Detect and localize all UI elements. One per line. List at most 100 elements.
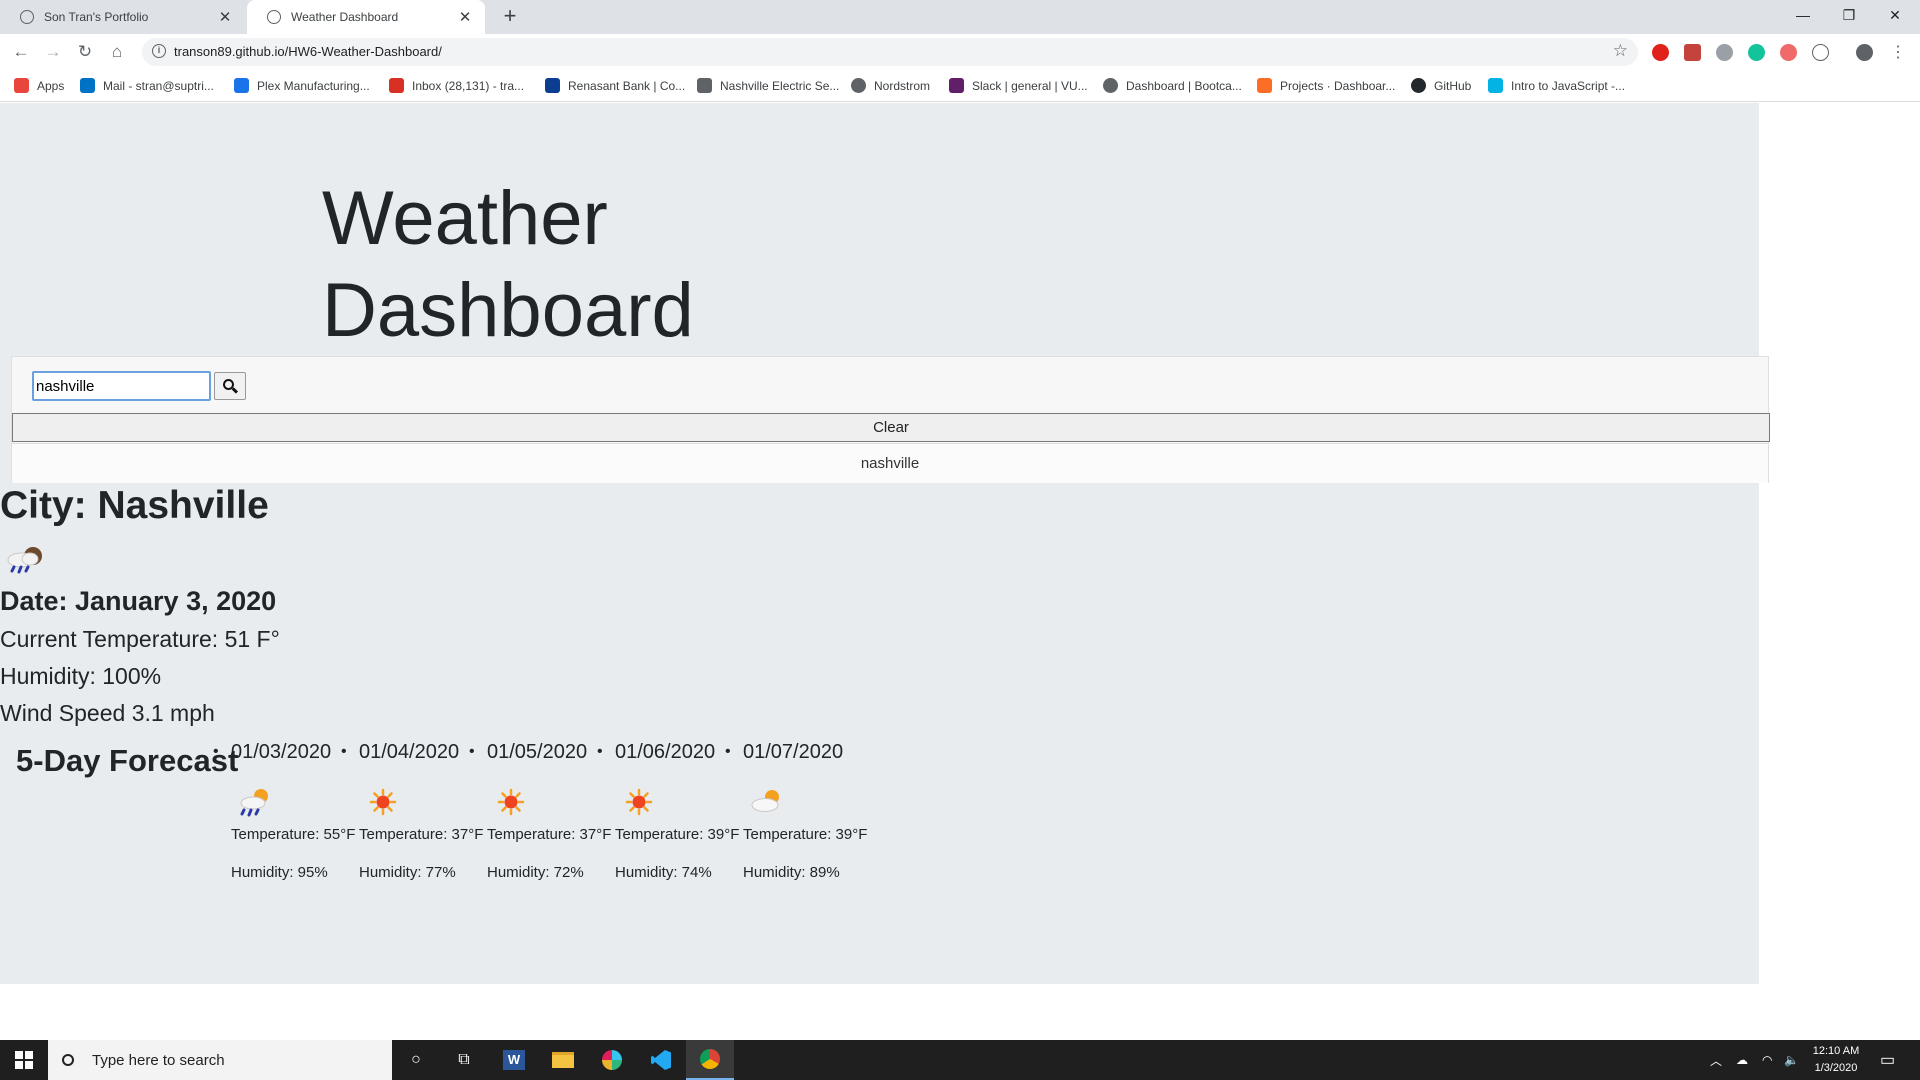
forecast-day: 01/06/2020 Temperature: 39°F Humidity: 7… [597,741,743,881]
search-icon [62,1054,74,1066]
extension-icon[interactable] [1812,44,1829,61]
current-temperature: Current Temperature: 51 F° [0,626,280,652]
gitlab-icon [1257,78,1272,93]
start-button[interactable] [0,1040,48,1080]
bookmark-udacity[interactable]: Intro to JavaScript -... [1488,78,1625,93]
tab-weather-dashboard[interactable]: Weather Dashboard ✕ [247,0,485,34]
bookmark-gmail[interactable]: Inbox (28,131) - tra... [389,78,524,93]
forecast-date: 01/03/2020 [213,741,359,764]
extension-icon[interactable] [1716,44,1733,61]
bookmark-renasant[interactable]: Renasant Bank | Co... [545,78,685,93]
forward-button[interactable]: → [41,40,65,64]
current-wind-speed: Wind Speed 3.1 mph [0,700,215,726]
bookmark-github[interactable]: GitHub [1411,78,1471,93]
bookmark-mail[interactable]: Mail - stran@suptri... [80,78,214,93]
sun-icon [497,788,525,816]
slack-icon[interactable] [588,1040,636,1080]
task-view-icon[interactable]: ⧉ [440,1040,488,1080]
bookmark-slack[interactable]: Slack | general | VU... [949,78,1088,93]
opera-extension-icon[interactable] [1652,44,1669,61]
rain-sun-icon [240,789,268,817]
forecast-date: 01/05/2020 [469,741,615,764]
menu-kebab-icon[interactable]: ⋮ [1886,40,1910,64]
new-tab-button[interactable]: + [498,3,522,29]
globe-icon [1103,78,1118,93]
url-text: transon89.github.io/HW6-Weather-Dashboar… [174,44,442,59]
bookmark-nes[interactable]: Nashville Electric Se... [697,78,839,93]
bookmark-gitlab[interactable]: Projects · Dashboar... [1257,78,1395,93]
bookmark-label: Projects · Dashboar... [1280,78,1396,93]
browser-toolbar: ← → ↻ ⌂ i transon89.github.io/HW6-Weathe… [0,34,1920,70]
search-button[interactable] [214,372,246,400]
home-button[interactable]: ⌂ [105,40,129,64]
forecast-temperature: Temperature: 37°F [359,826,484,843]
bookmark-label: Apps [37,78,65,93]
bookmark-label: Nordstrom [874,78,931,93]
bookmark-star-icon[interactable]: ☆ [1613,41,1628,61]
restore-button[interactable]: ❐ [1826,0,1872,30]
outlook-icon [80,78,95,93]
notification-center-icon[interactable]: ▭ [1880,1040,1895,1080]
close-window-button[interactable]: ✕ [1872,0,1918,30]
windows-logo-icon [15,1051,33,1069]
forecast-day: 01/03/2020 Temperature: 55°F Humidity: 9… [213,741,359,881]
extension-icon[interactable] [1780,44,1797,61]
forecast-date: 01/06/2020 [597,741,743,764]
vscode-icon[interactable] [637,1040,685,1080]
bookmark-label: Renasant Bank | Co... [568,78,686,93]
tab-portfolio[interactable]: Son Tran's Portfolio ✕ [0,0,245,34]
taskbar-search-box[interactable]: Type here to search [48,1040,392,1080]
bookmark-label: Dashboard | Bootca... [1126,78,1242,93]
volume-icon[interactable]: 🔈 [1784,1040,1799,1080]
city-search-input[interactable] [32,371,211,401]
bookmark-label: Plex Manufacturing... [257,78,370,93]
wifi-icon[interactable]: ◠ [1762,1040,1772,1080]
cloud-sun-icon [751,790,779,812]
tab-title: Weather Dashboard [291,10,399,24]
profile-avatar[interactable] [1856,44,1873,61]
minimize-button[interactable]: — [1780,0,1826,30]
info-icon[interactable]: i [152,44,166,58]
web-page: Weather Dashboard Clear nashville City: … [0,103,1920,1037]
clock-date: 1/3/2020 [1814,1062,1858,1074]
search-icon [222,378,238,394]
tab-strip: Son Tran's Portfolio ✕ Weather Dashboard… [0,0,1920,34]
bookmark-dashboard[interactable]: Dashboard | Bootca... [1103,78,1242,93]
windows-taskbar: Type here to search ○ ⧉ W ︿ ☁ ◠ 🔈 12:10 … [0,1040,1920,1080]
show-hidden-icons[interactable]: ︿ [1710,1040,1722,1080]
rain-cloud-icon [7,547,42,574]
system-clock[interactable]: 12:10 AM 1/3/2020 [1800,1043,1872,1077]
slack-icon [949,78,964,93]
taskbar-search-placeholder: Type here to search [92,1051,225,1069]
github-icon [1411,78,1426,93]
search-history-item[interactable]: nashville [12,443,1768,483]
forecast-date: 01/04/2020 [341,741,487,764]
bookmark-nordstrom[interactable]: Nordstrom [851,78,930,93]
title-line-1: Weather [322,176,608,261]
chrome-icon[interactable] [686,1040,734,1080]
forecast-humidity: Humidity: 77% [359,864,456,881]
back-button[interactable]: ← [9,40,33,64]
bookmark-plex[interactable]: Plex Manufacturing... [234,78,370,93]
pdf-extension-icon[interactable] [1684,44,1701,61]
bookmark-label: GitHub [1434,78,1472,93]
bookmarks-bar: Apps Mail - stran@suptri... Plex Manufac… [0,70,1920,102]
word-icon[interactable]: W [490,1040,538,1080]
cortana-icon[interactable]: ○ [392,1040,440,1080]
clear-button[interactable]: Clear [12,413,1770,442]
address-bar[interactable]: i transon89.github.io/HW6-Weather-Dashbo… [142,38,1638,66]
file-explorer-icon[interactable] [539,1040,587,1080]
reload-button[interactable]: ↻ [73,40,97,64]
bookmark-apps[interactable]: Apps [14,78,64,93]
title-line-2: Dashboard [322,268,694,353]
close-tab-icon[interactable]: ✕ [217,8,233,26]
close-tab-icon[interactable]: ✕ [457,8,473,26]
forecast-day: 01/05/2020 Temperature: 37°F Humidity: 7… [469,741,615,881]
page-title: Weather Dashboard [322,173,742,357]
grammarly-icon[interactable] [1748,44,1765,61]
forecast-temperature: Temperature: 39°F [743,826,868,843]
bookmark-label: Slack | general | VU... [972,78,1088,93]
onedrive-icon[interactable]: ☁ [1736,1040,1748,1080]
forecast-temperature: Temperature: 55°F [231,826,356,843]
sun-icon [369,788,397,816]
